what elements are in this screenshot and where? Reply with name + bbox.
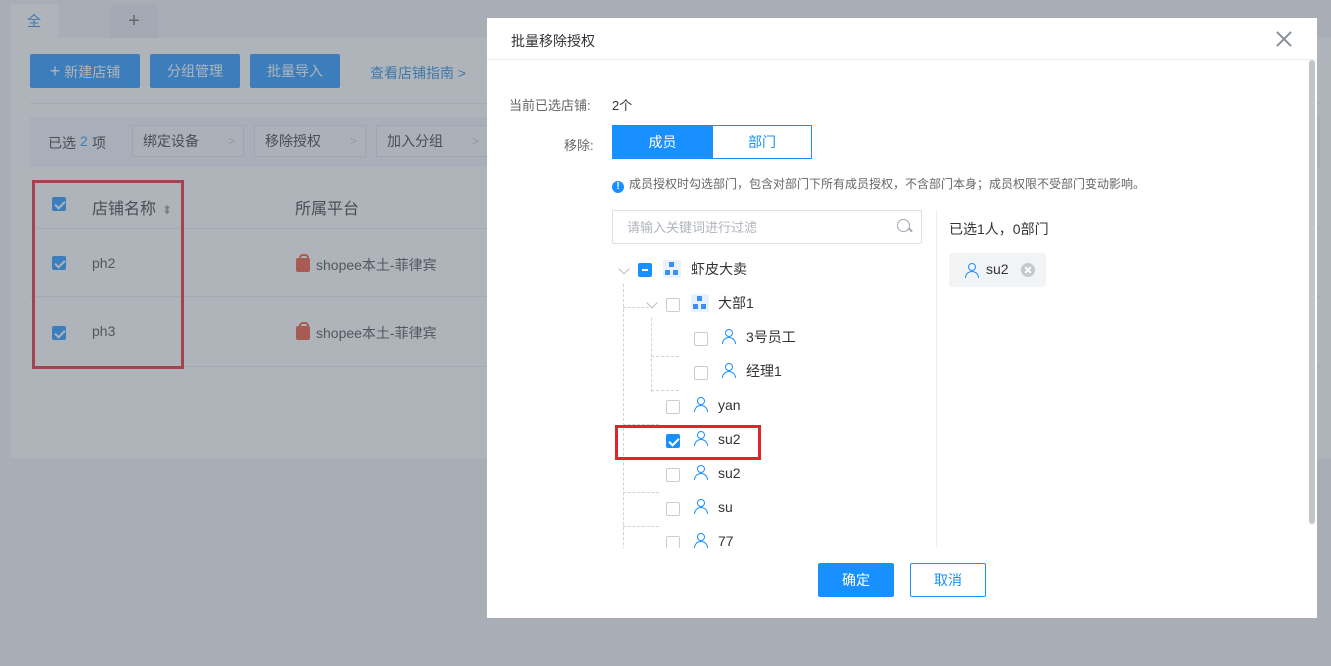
selected-stores-label: 当前已选店铺: [509, 98, 591, 113]
tree-checkbox[interactable] [694, 332, 708, 346]
segment-departments[interactable]: 部门 [712, 125, 812, 159]
chevron-down-icon[interactable] [618, 263, 630, 275]
tree-checkbox[interactable] [666, 502, 680, 516]
tree-guide [651, 356, 679, 357]
close-icon[interactable] [1274, 29, 1294, 49]
auth-hint: ! 成员授权时勾选部门，包含对部门下所有成员授权，不含部门本身；成员权限不受部门变… [612, 175, 1145, 193]
tree-node-org[interactable]: 虾皮大卖 [691, 254, 747, 284]
filter-input[interactable] [613, 211, 883, 243]
org-icon [691, 294, 709, 312]
highlight-box [615, 425, 761, 460]
user-icon [693, 499, 708, 514]
tree-guide [623, 307, 649, 308]
dialog-title: 批量移除授权 [511, 33, 595, 49]
tree-guide [623, 526, 659, 527]
dialog-scrollbar[interactable] [1309, 60, 1315, 524]
dialog-header: 批量移除授权 [487, 18, 1317, 60]
remove-chip-icon[interactable] [1021, 263, 1035, 277]
filter-search [612, 210, 922, 244]
tree-checkbox[interactable] [694, 366, 708, 380]
batch-remove-auth-dialog: 批量移除授权 当前已选店铺: 2个 移除: 成员 部门 ! 成员授权时勾选部门，包… [487, 18, 1317, 618]
user-icon [721, 363, 736, 378]
member-tree: 虾皮大卖 大部1 3号员工 经理1 yan su2 su2 su 77 [612, 254, 924, 548]
tree-node-user[interactable]: 77 [718, 526, 734, 548]
tree-checkbox[interactable] [666, 298, 680, 312]
chip-label: su2 [986, 261, 1009, 277]
tree-guide [651, 390, 679, 391]
tree-guide [651, 318, 652, 392]
selected-chip: su2 [949, 253, 1046, 287]
segment-members[interactable]: 成员 [612, 125, 713, 159]
tree-checkbox[interactable] [666, 536, 680, 548]
user-icon [693, 465, 708, 480]
user-icon [964, 263, 979, 278]
tree-node-user[interactable]: yan [718, 390, 741, 420]
tree-guide [623, 492, 659, 493]
user-icon [693, 397, 708, 412]
tree-node-user[interactable]: 3号员工 [746, 322, 796, 352]
confirm-button[interactable]: 确定 [818, 563, 894, 597]
user-icon [693, 533, 708, 548]
search-icon[interactable] [897, 219, 912, 234]
org-icon [663, 260, 681, 278]
tree-node-user[interactable]: 经理1 [746, 356, 782, 386]
selected-summary: 已选1人，0部门 [949, 221, 1049, 237]
tree-node-user[interactable]: su [718, 492, 733, 522]
remove-label: 移除: [564, 138, 594, 153]
selected-stores-value: 2个 [612, 98, 633, 113]
cancel-button[interactable]: 取消 [910, 563, 986, 597]
tree-guide [623, 284, 624, 548]
user-icon [721, 329, 736, 344]
panel-divider [936, 210, 937, 548]
tree-checkbox[interactable] [666, 468, 680, 482]
hint-text: 成员授权时勾选部门，包含对部门下所有成员授权，不含部门本身；成员权限不受部门变动… [629, 177, 1146, 191]
tree-checkbox[interactable] [638, 263, 652, 277]
tree-checkbox[interactable] [666, 400, 680, 414]
tree-node-department[interactable]: 大部1 [718, 288, 754, 318]
info-icon: ! [612, 181, 624, 193]
tree-node-user[interactable]: su2 [718, 458, 741, 488]
